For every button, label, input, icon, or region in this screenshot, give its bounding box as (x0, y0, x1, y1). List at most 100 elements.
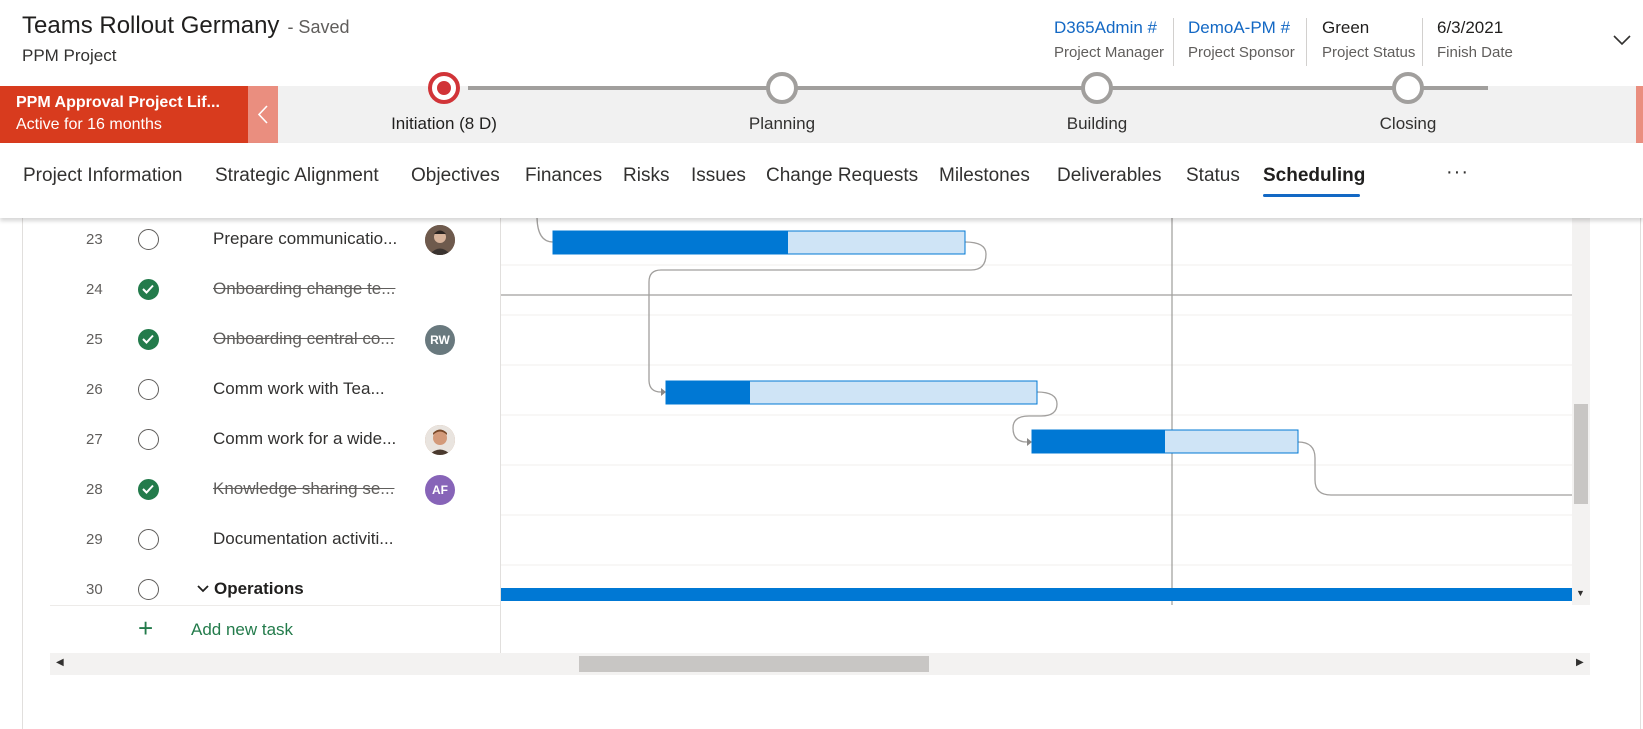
horizontal-scroll-thumb[interactable] (579, 656, 929, 672)
task-complete-checkbox[interactable] (138, 529, 159, 550)
form-tabs: Project Information Strategic Alignment … (0, 143, 1643, 218)
task-complete-checkbox[interactable] (138, 579, 159, 600)
header-divider (1422, 18, 1423, 66)
task-group-name[interactable]: Operations (214, 579, 404, 599)
task-complete-checkbox[interactable] (138, 279, 159, 300)
task-number: 26 (86, 381, 103, 398)
task-complete-checkbox[interactable] (138, 229, 159, 250)
task-row[interactable]: 29 Documentation activiti... (50, 515, 501, 565)
project-manager-label: Project Manager (1054, 44, 1165, 61)
header-divider (1306, 18, 1307, 66)
task-complete-checkbox[interactable] (138, 479, 159, 500)
header-field-project-sponsor[interactable]: DemoA-PM # Project Sponsor (1188, 18, 1295, 68)
task-name[interactable]: Comm work with Tea... (213, 379, 403, 399)
task-row[interactable]: 26 Comm work with Tea... (50, 365, 501, 415)
collapse-process-button[interactable] (248, 86, 278, 143)
tab-change-requests[interactable]: Change Requests (766, 165, 918, 187)
tab-milestones[interactable]: Milestones (939, 165, 1030, 187)
project-manager-link[interactable]: D365Admin # (1054, 18, 1164, 38)
stage-closing[interactable]: Closing (1308, 72, 1508, 143)
tab-status[interactable]: Status (1186, 165, 1240, 187)
task-row[interactable]: 23 Prepare communicatio... (50, 218, 501, 265)
chevron-left-icon (257, 105, 268, 124)
task-number: 24 (86, 281, 103, 298)
more-tabs-button[interactable]: ··· (1446, 161, 1469, 184)
process-duration: Active for 16 months (16, 116, 162, 133)
tab-objectives[interactable]: Objectives (411, 165, 500, 187)
checkmark-icon (142, 484, 154, 494)
scroll-down-arrow-icon[interactable]: ▼ (1576, 588, 1585, 598)
finish-date-value: 6/3/2021 (1437, 18, 1504, 37)
content-border (1640, 218, 1641, 729)
scroll-right-arrow-icon[interactable]: ▶ (1576, 657, 1584, 668)
task-group-row[interactable]: 30 Operations (50, 565, 501, 605)
task-complete-checkbox[interactable] (138, 429, 159, 450)
tab-project-information[interactable]: Project Information (23, 165, 182, 187)
stage-planning[interactable]: Planning (682, 72, 882, 143)
task-row[interactable]: 28 Knowledge sharing se... AF (50, 465, 501, 515)
save-status: - Saved (287, 17, 350, 37)
task-number: 28 (86, 481, 103, 498)
task-row[interactable]: 24 Onboarding change te... (50, 265, 501, 315)
process-name: PPM Approval Project Lif... (16, 94, 220, 111)
task-row[interactable]: 27 Comm work for a wide... (50, 415, 501, 465)
selected-tab-indicator (1263, 194, 1360, 197)
vertical-scroll-thumb[interactable] (1574, 404, 1588, 504)
assignee-avatar[interactable] (425, 225, 455, 255)
tab-scheduling[interactable]: Scheduling (1263, 165, 1365, 187)
chevron-down-icon[interactable] (1612, 30, 1632, 50)
entity-type: PPM Project (22, 46, 117, 65)
process-flow-edge (1636, 86, 1643, 143)
add-new-task-button[interactable]: + Add new task (50, 605, 501, 653)
stage-label: Initiation (8 D) (391, 114, 497, 133)
tab-issues[interactable]: Issues (691, 165, 746, 187)
gantt-chart (501, 218, 1572, 605)
gantt-bar-27 (1031, 429, 1299, 454)
add-new-task-label: Add new task (191, 620, 294, 639)
tab-finances[interactable]: Finances (525, 165, 602, 187)
task-name[interactable]: Knowledge sharing se... (213, 479, 403, 499)
project-sponsor-label: Project Sponsor (1188, 44, 1295, 61)
task-complete-checkbox[interactable] (138, 379, 159, 400)
header-divider (1173, 18, 1174, 66)
stage-label: Building (1066, 114, 1128, 133)
stage-label: Planning (748, 114, 816, 133)
assignee-avatar[interactable]: AF (425, 475, 455, 505)
gantt-bar-26 (665, 380, 1038, 405)
project-sponsor-link[interactable]: DemoA-PM # (1188, 18, 1295, 38)
stage-track: Initiation (8 D) Planning Building Closi… (278, 72, 1636, 143)
task-name[interactable]: Comm work for a wide... (213, 429, 403, 449)
stage-indicator (766, 72, 798, 104)
tab-deliverables[interactable]: Deliverables (1057, 165, 1162, 187)
task-number: 30 (86, 581, 103, 598)
assignee-avatar[interactable]: RW (425, 325, 455, 355)
plus-icon: + (138, 613, 154, 643)
active-process[interactable]: PPM Approval Project Lif... Active for 1… (0, 86, 248, 143)
stage-indicator (1081, 72, 1113, 104)
task-complete-checkbox[interactable] (138, 329, 159, 350)
horizontal-scrollbar[interactable]: ◀ ▶ (50, 653, 1590, 675)
finish-date-label: Finish Date (1437, 44, 1513, 61)
title-area: Teams Rollout Germany - Saved (22, 12, 349, 40)
gantt-summary-bar-operations (501, 588, 1572, 601)
assignee-avatar[interactable] (425, 425, 455, 455)
vertical-scrollbar[interactable]: ▼ (1572, 218, 1590, 605)
person-photo-icon (425, 225, 455, 255)
business-process-flow: PPM Approval Project Lif... Active for 1… (0, 72, 1643, 143)
checkmark-icon (142, 284, 154, 294)
task-name[interactable]: Documentation activiti... (213, 529, 403, 549)
stage-initiation[interactable]: Initiation (8 D) (344, 72, 544, 143)
task-number: 25 (86, 331, 103, 348)
task-name[interactable]: Onboarding central co... (213, 329, 403, 349)
chevron-down-icon[interactable] (197, 581, 209, 599)
stage-building[interactable]: Building (997, 72, 1197, 143)
scroll-left-arrow-icon[interactable]: ◀ (56, 657, 64, 668)
task-name[interactable]: Prepare communicatio... (213, 229, 403, 249)
task-name[interactable]: Onboarding change te... (213, 279, 403, 299)
tab-risks[interactable]: Risks (623, 165, 669, 187)
task-row[interactable]: 25 Onboarding central co... RW (50, 315, 501, 365)
record-header: Teams Rollout Germany - Saved PPM Project… (0, 0, 1643, 86)
header-field-project-manager[interactable]: D365Admin # Project Manager (1054, 18, 1164, 68)
stage-label: Closing (1379, 114, 1437, 133)
tab-strategic-alignment[interactable]: Strategic Alignment (215, 165, 379, 187)
